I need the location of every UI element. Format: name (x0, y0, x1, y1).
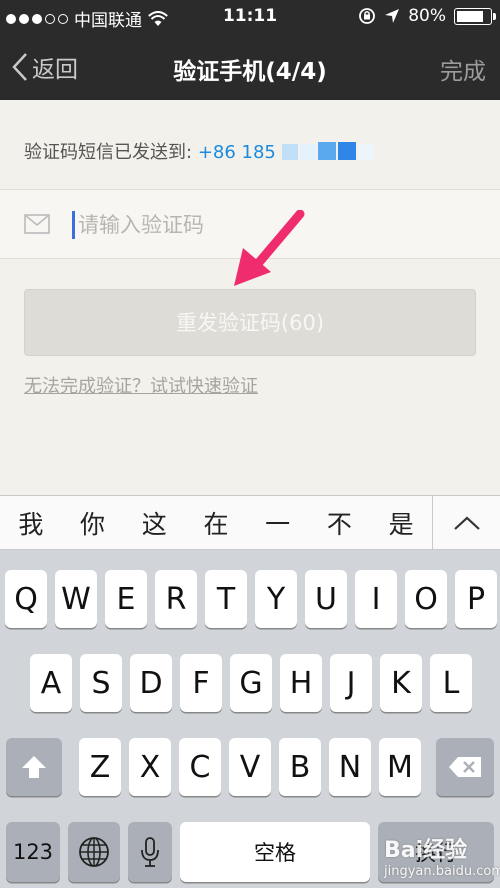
location-arrow-icon (385, 9, 400, 23)
key-h[interactable]: H (280, 654, 322, 712)
globe-icon (79, 837, 109, 867)
status-bar: 中国联通 11:11 80% (0, 0, 500, 34)
key-l[interactable]: L (430, 654, 472, 712)
backspace-icon (449, 757, 481, 777)
key-m[interactable]: M (379, 738, 421, 796)
candidate-words: 我 你 这在 一 不 是 (0, 496, 432, 549)
phone-number-redacted (281, 141, 376, 165)
watermark-url: jingyan.baidu.com (384, 864, 500, 879)
back-button[interactable]: 返回 (12, 50, 78, 84)
battery-percent: 80% (408, 6, 446, 26)
key-b[interactable]: B (279, 738, 321, 796)
watermark-brand: Bai (384, 838, 424, 863)
key-q[interactable]: Q (5, 570, 47, 628)
key-z[interactable]: Z (79, 738, 121, 796)
shift-arrow-icon (22, 756, 46, 778)
status-right: 80% (358, 6, 496, 26)
candidate-word[interactable]: 我 (18, 505, 43, 541)
envelope-icon (24, 214, 50, 234)
key-r[interactable]: R (155, 570, 197, 628)
back-label: 返回 (32, 57, 78, 83)
quick-verify-link[interactable]: 无法完成验证？试试快速验证 (24, 372, 258, 398)
candidate-word[interactable]: 在 (203, 505, 228, 541)
candidate-word[interactable]: 是 (389, 505, 414, 541)
key-i[interactable]: I (355, 570, 397, 628)
phone-number: +86 185 (197, 142, 276, 163)
microphone-icon (141, 837, 159, 867)
chevron-left-icon (12, 53, 27, 81)
candidate-word[interactable]: 这 (142, 505, 167, 541)
microphone-key[interactable] (128, 822, 172, 882)
key-y[interactable]: Y (255, 570, 297, 628)
candidate-word[interactable]: 一 (265, 505, 290, 541)
nav-bar: 返回 验证手机(4/4) 完成 (0, 34, 500, 100)
expand-candidates-button[interactable] (432, 496, 500, 549)
key-t[interactable]: T (205, 570, 247, 628)
watermark-suffix: 经验 (423, 838, 468, 863)
text-caret (72, 211, 75, 239)
key-w[interactable]: W (55, 570, 97, 628)
chevron-up-icon (453, 516, 480, 530)
candidate-bar: 我 你 这在 一 不 是 (0, 495, 500, 550)
key-n[interactable]: N (329, 738, 371, 796)
key-e[interactable]: E (105, 570, 147, 628)
key-p[interactable]: P (455, 570, 497, 628)
key-a[interactable]: A (30, 654, 72, 712)
key-g[interactable]: G (230, 654, 272, 712)
key-j[interactable]: J (330, 654, 372, 712)
shift-key[interactable] (6, 738, 62, 796)
orientation-lock-icon (359, 8, 376, 24)
annotation-arrow-icon (234, 210, 305, 286)
key-v[interactable]: V (229, 738, 271, 796)
candidate-word[interactable]: 你 (80, 505, 105, 541)
delete-key[interactable] (436, 738, 494, 796)
globe-key[interactable] (68, 822, 120, 882)
key-k[interactable]: K (380, 654, 422, 712)
key-c[interactable]: C (179, 738, 221, 796)
numbers-key[interactable]: 123 (6, 822, 60, 882)
key-x[interactable]: X (129, 738, 171, 796)
sms-sent-prefix: 验证码短信已发送到: (24, 142, 193, 163)
key-s[interactable]: S (80, 654, 122, 712)
baidu-watermark: Bai经验 jingyan.baidu.com (384, 832, 500, 879)
candidate-word[interactable]: 不 (327, 505, 352, 541)
key-o[interactable]: O (405, 570, 447, 628)
battery-icon (454, 7, 496, 25)
key-f[interactable]: F (180, 654, 222, 712)
key-u[interactable]: U (305, 570, 347, 628)
space-key[interactable]: 空格 (180, 822, 370, 882)
resend-code-button[interactable]: 重发验证码(60) (24, 289, 476, 356)
sms-sent-notice: 验证码短信已发送到: +86 185 (24, 138, 376, 165)
key-d[interactable]: D (130, 654, 172, 712)
done-button[interactable]: 完成 (440, 52, 486, 86)
